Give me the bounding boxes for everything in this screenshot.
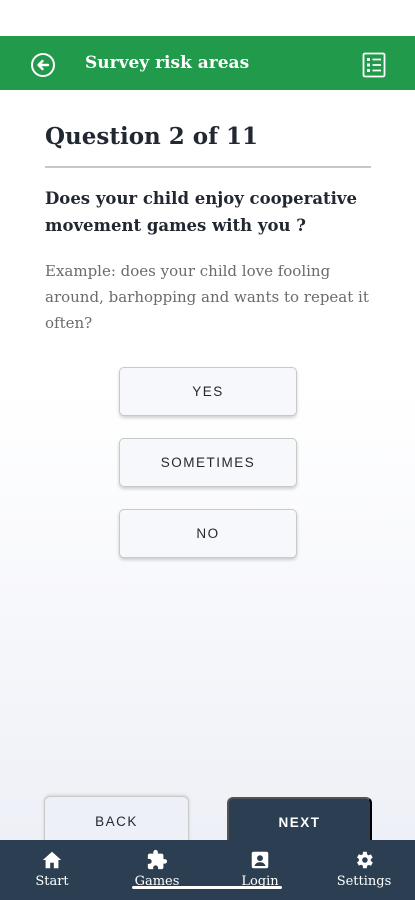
gear-icon — [357, 851, 373, 869]
nav-label-settings: Settings — [336, 874, 392, 889]
arrow-left-circle-icon[interactable] — [31, 53, 55, 77]
checklist-icon[interactable] — [362, 52, 386, 78]
nav-item-start[interactable]: Start — [12, 840, 92, 900]
question-example: Example: does your child love fooling ar… — [45, 262, 369, 332]
answer-sometimes-button[interactable]: SOMETIMES — [119, 438, 297, 487]
answer-no-button[interactable]: NO — [119, 509, 297, 558]
status-bar-area — [0, 0, 415, 36]
app-bar: Survey risk areas — [0, 36, 415, 90]
app-title: Survey risk areas — [85, 53, 250, 73]
nav-label-start: Start — [35, 874, 69, 889]
nav-item-login[interactable]: Login — [220, 840, 300, 900]
bottom-navigation: Start Games Login Settings — [0, 840, 415, 900]
survey-content: Question 2 of 11 Does your child enjoy c… — [0, 90, 415, 840]
question-counter: Question 2 of 11 — [45, 123, 259, 150]
answer-yes-button[interactable]: YES — [119, 367, 297, 416]
nav-item-games[interactable]: Games — [117, 840, 197, 900]
nav-item-settings[interactable]: Settings — [324, 840, 404, 900]
account-box-icon — [251, 851, 269, 869]
home-icon — [42, 851, 62, 869]
divider — [45, 166, 371, 168]
home-indicator[interactable] — [132, 886, 282, 889]
puzzle-icon — [147, 849, 168, 870]
question-text: Does your child enjoy cooperative moveme… — [45, 189, 357, 235]
